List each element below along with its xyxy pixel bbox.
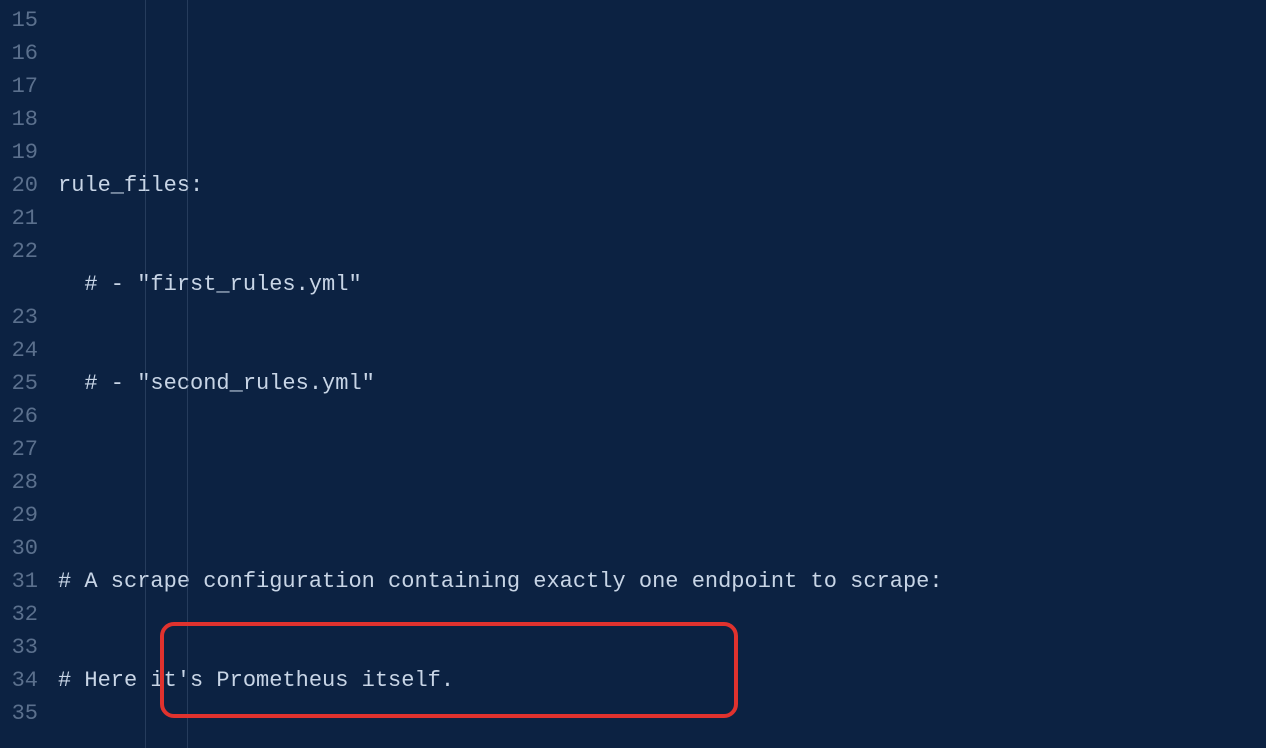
line-number: 31 (0, 565, 48, 598)
line-number: 19 (0, 136, 48, 169)
line-number: 24 (0, 334, 48, 367)
line-number: 30 (0, 532, 48, 565)
line-number: 18 (0, 103, 48, 136)
indent-guide (145, 0, 146, 748)
line-number: 29 (0, 499, 48, 532)
code-line: # - "second_rules.yml" (48, 367, 1266, 400)
line-number: 35 (0, 697, 48, 730)
line-number: 16 (0, 37, 48, 70)
line-number: 23 (0, 301, 48, 334)
code-line: # Here it's Prometheus itself. (48, 664, 1266, 697)
line-number: 34 (0, 664, 48, 697)
code-editor[interactable]: 1516171819202122 232425262728293031323334… (0, 0, 1266, 748)
line-number: 21 (0, 202, 48, 235)
line-number: 26 (0, 400, 48, 433)
line-number: 25 (0, 367, 48, 400)
line-number: 17 (0, 70, 48, 103)
line-number: 15 (0, 4, 48, 37)
line-number: 27 (0, 433, 48, 466)
line-number: 28 (0, 466, 48, 499)
indent-guide (187, 0, 188, 748)
code-line: rule_files: (48, 169, 1266, 202)
code-line (48, 466, 1266, 499)
line-number: 22 (0, 235, 48, 268)
line-number: 33 (0, 631, 48, 664)
line-number-gutter: 1516171819202122 232425262728293031323334… (0, 0, 48, 748)
line-number: 20 (0, 169, 48, 202)
code-area[interactable]: rule_files: # - "first_rules.yml" # - "s… (48, 0, 1266, 748)
code-line: # A scrape configuration containing exac… (48, 565, 1266, 598)
code-line: # - "first_rules.yml" (48, 268, 1266, 301)
line-number: 32 (0, 598, 48, 631)
